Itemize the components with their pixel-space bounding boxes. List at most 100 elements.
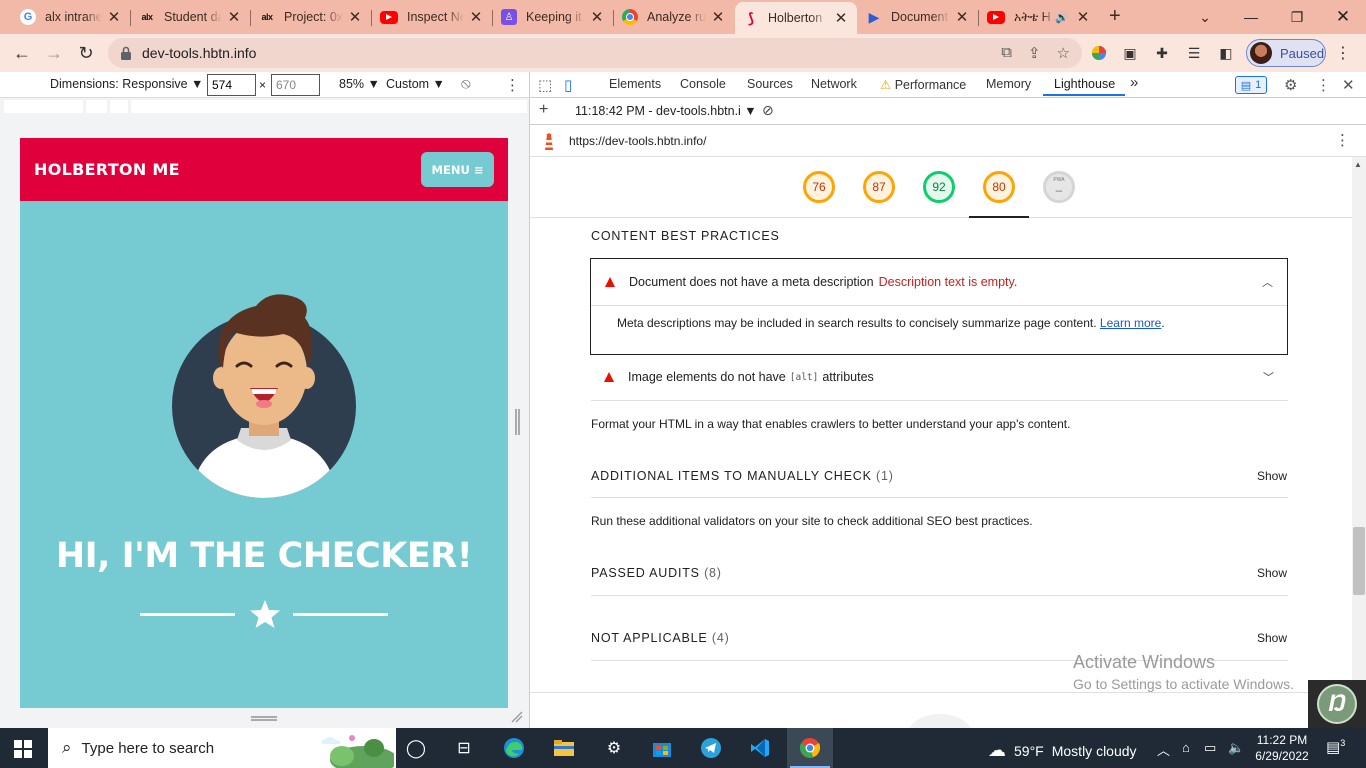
tab-inspect-network[interactable]: Inspect Network ✕ [372, 2, 493, 32]
throttle-dropdown[interactable]: Custom ▼ [386, 77, 445, 91]
menu-button[interactable]: MENU ≡ [421, 152, 494, 187]
devtools-menu-icon[interactable]: ⋮ [1316, 76, 1331, 94]
tab-alx-intranet[interactable]: G alx intranet ✕ [12, 2, 131, 32]
new-tab-button[interactable]: + [1109, 5, 1121, 28]
score-gauge-performance[interactable]: 76 [803, 171, 835, 203]
close-icon[interactable]: ✕ [710, 8, 726, 26]
tab-lighthouse[interactable]: Lighthouse [1054, 77, 1115, 91]
score-gauge-seo[interactable]: 80 [983, 171, 1015, 203]
report-menu-icon[interactable]: ⋮ [1335, 131, 1350, 149]
tab-youtube-audio[interactable]: አትቴ H 🔊 ✕ [979, 2, 1099, 32]
network-icon[interactable]: ▭ [1204, 740, 1216, 756]
scroll-up-icon[interactable]: ▲ [1354, 160, 1362, 169]
site-logo[interactable]: HOLBERTON ME [34, 160, 180, 179]
passed-audits-show-button[interactable]: Show [1257, 566, 1287, 580]
taskbar-search-box[interactable]: ⌕ Type here to search [48, 728, 396, 768]
close-icon[interactable]: ✕ [106, 8, 122, 26]
audited-url[interactable]: https://dev-tools.hbtn.info/ [569, 134, 706, 148]
close-icon[interactable]: ✕ [226, 8, 242, 26]
overlay-app-icon[interactable]: Ŋ [1308, 680, 1366, 728]
profile-button[interactable]: Paused [1246, 39, 1326, 67]
forward-button[interactable]: → [40, 40, 68, 66]
screenshot-extension-icon[interactable]: ▣ [1120, 43, 1140, 63]
tab-keeping-it[interactable]: ♙ Keeping it ✕ [493, 2, 614, 32]
tab-search-icon[interactable]: ⌄ [1182, 0, 1228, 34]
tab-network[interactable]: Network [811, 77, 857, 91]
score-gauge-pwa[interactable]: PWA – [1043, 171, 1075, 203]
close-icon[interactable]: ✕ [468, 8, 484, 26]
viewport-resize-handle-right[interactable] [515, 409, 520, 435]
window-close-button[interactable]: ✕ [1320, 0, 1366, 34]
viewport-resize-handle-bottom[interactable] [251, 716, 277, 721]
settings-app-icon[interactable]: ⚙ [602, 736, 626, 760]
score-gauge-accessibility[interactable]: 87 [863, 171, 895, 203]
passed-audits-header[interactable]: PASSED AUDITS (8) [591, 566, 722, 580]
store-icon[interactable] [650, 736, 674, 760]
restore-button[interactable]: ❐ [1274, 0, 1320, 34]
share-icon[interactable]: ⇪ [1028, 44, 1041, 62]
new-report-icon[interactable]: + [539, 101, 548, 119]
dimensions-dropdown[interactable]: Dimensions: Responsive ▼ [50, 77, 203, 91]
more-tabs-icon[interactable]: » [1130, 74, 1138, 91]
not-applicable-header[interactable]: NOT APPLICABLE (4) [591, 631, 730, 645]
manual-checks-header[interactable]: ADDITIONAL ITEMS TO MANUALLY CHECK (1) [591, 469, 894, 483]
color-picker-extension-icon[interactable] [1089, 43, 1109, 63]
tab-memory[interactable]: Memory [986, 77, 1031, 91]
extensions-puzzle-icon[interactable]: ✚ [1152, 43, 1172, 63]
tab-student-dashboard[interactable]: alx Student dashboard ✕ [131, 2, 251, 32]
tab-sources[interactable]: Sources [747, 77, 793, 91]
rotate-icon[interactable]: ⦸ [461, 75, 471, 92]
audit-header[interactable]: Document does not have a meta descriptio… [591, 273, 1287, 291]
report-selector[interactable]: 11:18:42 PM - dev-tools.hbtn.i ▼ [575, 104, 757, 118]
vscode-icon[interactable] [748, 736, 772, 760]
widgets-icon[interactable]: ⊟ [452, 736, 476, 760]
issues-badge[interactable]: ▤ 1 [1235, 76, 1267, 94]
tab-performance[interactable]: ⚠ Performance [880, 77, 966, 92]
telegram-icon[interactable] [699, 736, 723, 760]
learn-more-link[interactable]: Learn more [1100, 316, 1161, 330]
tray-chevron-up-icon[interactable]: ︿ [1157, 740, 1170, 759]
settings-gear-icon[interactable]: ⚙ [1284, 76, 1297, 94]
browser-menu-icon[interactable]: ⋮ [1333, 43, 1353, 63]
height-input[interactable] [271, 74, 320, 96]
volume-icon[interactable]: 🔈 [1228, 740, 1244, 756]
chrome-taskbar-icon[interactable] [798, 736, 822, 760]
speaker-icon[interactable]: 🔊 [1055, 11, 1069, 24]
tab-document[interactable]: ▶ Document ✕ [858, 2, 979, 32]
taskbar-clock[interactable]: 11:22 PM 6/29/2022 [1250, 732, 1314, 764]
clear-icon[interactable]: ⊘ [762, 102, 774, 119]
inspect-element-icon[interactable]: ⬚ [538, 76, 552, 94]
viewport-resize-corner-icon[interactable] [511, 711, 523, 723]
side-panel-icon[interactable]: ◧ [1216, 43, 1236, 63]
tab-holberton[interactable]: ⟆ Holberton ✕ [735, 2, 857, 34]
devtools-close-icon[interactable]: ✕ [1342, 76, 1355, 94]
weather-widget[interactable]: ☁ 59°F Mostly cloudy [988, 740, 1137, 761]
address-bar[interactable]: dev-tools.hbtn.info ⧉ ⇪ ☆ [108, 38, 1082, 68]
close-icon[interactable]: ✕ [347, 8, 363, 26]
width-input[interactable] [207, 74, 256, 96]
security-icon[interactable]: ⌂ [1182, 740, 1190, 755]
reload-button[interactable]: ↻ [72, 40, 100, 66]
reading-list-icon[interactable]: ☰ [1184, 43, 1204, 63]
tab-console[interactable]: Console [680, 77, 726, 91]
close-icon[interactable]: ✕ [833, 9, 849, 27]
windows-start-icon[interactable] [14, 740, 32, 758]
score-gauge-best-practices[interactable]: 92 [923, 171, 955, 203]
task-view-icon[interactable]: ◯ [404, 736, 428, 760]
scrollbar-thumb[interactable] [1353, 527, 1365, 595]
manual-checks-show-button[interactable]: Show [1257, 469, 1287, 483]
chevron-down-icon[interactable]: ﹀ [1263, 369, 1274, 385]
device-toggle-icon[interactable]: ▯ [564, 76, 572, 94]
edge-icon[interactable] [502, 736, 526, 760]
report-scrollbar[interactable] [1352, 157, 1366, 728]
notification-icon[interactable]: ▤3 [1326, 738, 1345, 756]
chevron-up-icon[interactable]: ︿ [1262, 274, 1273, 290]
tab-project[interactable]: alx Project: 0x ✕ [251, 2, 372, 32]
tab-analyze-runtime[interactable]: Analyze runtime ✕ [614, 2, 734, 32]
zoom-dropdown[interactable]: 85% ▼ [339, 77, 380, 91]
translate-icon[interactable]: ⧉ [1001, 44, 1012, 62]
back-button[interactable]: ← [8, 40, 36, 66]
bookmark-star-icon[interactable]: ☆ [1057, 44, 1070, 62]
minimize-button[interactable]: — [1228, 0, 1274, 34]
media-query-bar[interactable] [0, 98, 529, 116]
